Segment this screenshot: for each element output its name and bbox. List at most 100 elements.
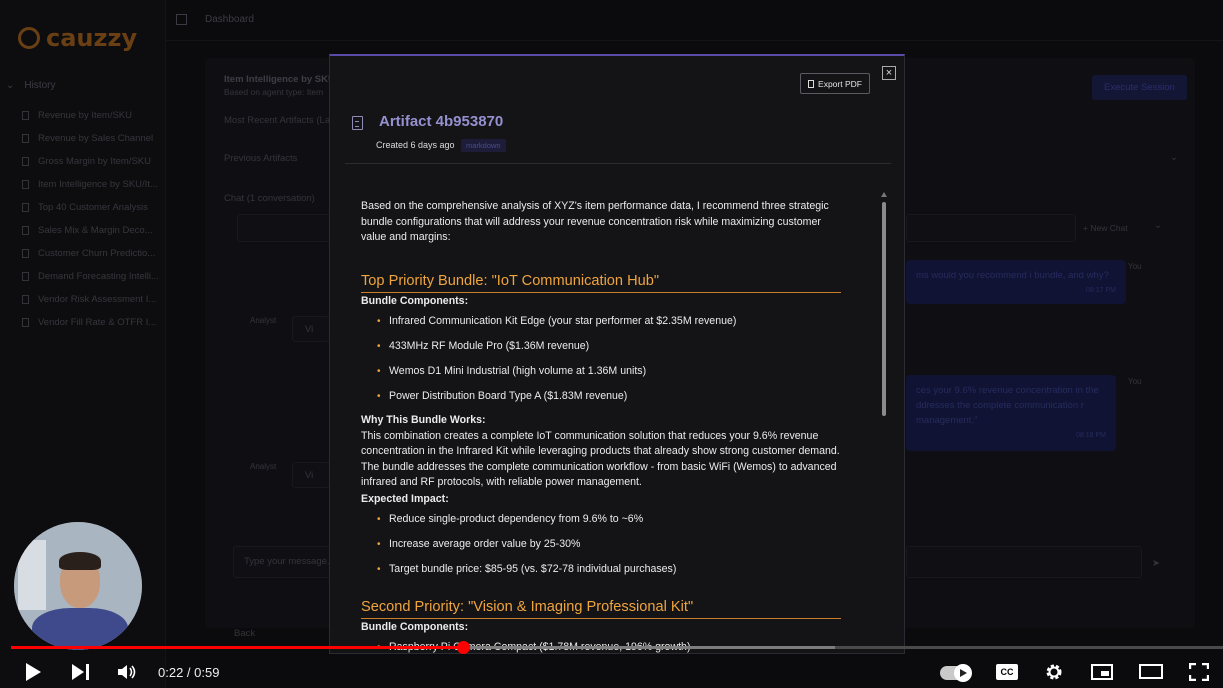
document-icon bbox=[352, 116, 363, 130]
history-item[interactable]: Customer Churn Predictio... bbox=[22, 242, 159, 265]
artifact-content: Based on the comprehensive analysis of X… bbox=[361, 199, 841, 653]
message-text: ms would you recommend i bundle, and why… bbox=[916, 270, 1109, 281]
view-artifact-button[interactable]: Vi bbox=[292, 316, 330, 342]
send-icon[interactable]: ➤ bbox=[1152, 558, 1160, 569]
history-item[interactable]: Vendor Fill Rate & OTFR I... bbox=[22, 311, 159, 334]
list-item: Reduce single-product dependency from 9.… bbox=[377, 507, 841, 532]
history-header[interactable]: ⌄ History bbox=[6, 80, 56, 91]
chevron-down-icon[interactable]: ⌄ bbox=[1154, 220, 1162, 231]
chevron-down-icon[interactable]: ⌄ bbox=[1170, 152, 1178, 163]
logo-mark-icon bbox=[18, 27, 40, 49]
history-item[interactable]: Gross Margin by Item/SKU bbox=[22, 150, 159, 173]
theater-mode-icon[interactable] bbox=[1139, 664, 1163, 679]
history-item[interactable]: Top 40 Customer Analysis bbox=[22, 196, 159, 219]
artifact-created: Created 6 days ago bbox=[376, 140, 455, 150]
session-subtitle: Based on agent type: Item bbox=[224, 87, 324, 97]
webcam-overlay bbox=[14, 522, 142, 650]
analyst-label: Analyst bbox=[250, 462, 277, 471]
analyst-label: Analyst bbox=[250, 316, 277, 325]
scrollbar[interactable] bbox=[881, 192, 887, 652]
components-label: Bundle Components: bbox=[361, 621, 469, 633]
previous-artifacts-label[interactable]: Previous Artifacts bbox=[224, 153, 297, 164]
header-divider bbox=[345, 163, 891, 164]
captions-icon[interactable]: CC bbox=[996, 664, 1018, 680]
list-item: Infrared Communication Kit Edge (your st… bbox=[377, 309, 841, 334]
document-icon bbox=[22, 157, 29, 166]
chevron-down-icon: ⌄ bbox=[6, 80, 15, 91]
impact-list: Reduce single-product dependency from 9.… bbox=[361, 507, 841, 582]
presenter-hair bbox=[59, 552, 101, 570]
sidebar-toggle-icon[interactable] bbox=[176, 14, 187, 25]
list-item: Increase average order value by 25-30% bbox=[377, 532, 841, 557]
scrubber-handle[interactable] bbox=[457, 641, 471, 654]
app-topbar: Dashboard bbox=[165, 0, 1223, 41]
export-pdf-button[interactable]: Export PDF bbox=[800, 73, 870, 94]
next-icon[interactable] bbox=[72, 664, 84, 680]
history-label: History bbox=[24, 80, 56, 91]
why-label: Why This Bundle Works: bbox=[361, 414, 486, 426]
why-paragraph: This combination creates a complete IoT … bbox=[361, 429, 840, 489]
message-placeholder: Type your message... bbox=[244, 556, 335, 567]
history-item[interactable]: Revenue by Item/SKU bbox=[22, 104, 159, 127]
close-button[interactable]: × bbox=[882, 66, 896, 80]
you-label: You bbox=[1128, 377, 1142, 386]
list-item: Power Distribution Board Type A ($1.83M … bbox=[377, 384, 841, 409]
document-icon bbox=[22, 295, 29, 304]
document-icon bbox=[22, 203, 29, 212]
next-icon-bar bbox=[86, 664, 89, 680]
gear-icon[interactable] bbox=[1045, 663, 1063, 681]
history-item[interactable]: Demand Forecasting Intelli... bbox=[22, 265, 159, 288]
played-bar bbox=[11, 646, 464, 649]
section-heading: Second Priority: "Vision & Imaging Profe… bbox=[361, 598, 841, 619]
artifact-modal: Export PDF × Artifact 4b953870 Created 6… bbox=[329, 54, 905, 654]
history-item[interactable]: Sales Mix & Margin Deco... bbox=[22, 219, 159, 242]
components-list: Raspberry Pi Camera Compact ($1.78M reve… bbox=[361, 636, 841, 653]
document-icon bbox=[22, 318, 29, 327]
list-item: Wemos D1 Mini Industrial (high volume at… bbox=[377, 359, 841, 384]
back-button[interactable]: Back bbox=[234, 628, 255, 639]
webcam-window bbox=[18, 540, 46, 610]
components-list: Infrared Communication Kit Edge (your st… bbox=[361, 309, 841, 409]
chat-label: Chat (1 conversation) bbox=[224, 193, 315, 204]
miniplayer-icon[interactable] bbox=[1091, 664, 1113, 680]
export-label: Export PDF bbox=[818, 78, 862, 89]
user-message: ms would you recommend i bundle, and why… bbox=[906, 260, 1126, 304]
chat-selector[interactable] bbox=[906, 214, 1076, 242]
time-display: 0:22 / 0:59 bbox=[158, 665, 220, 680]
intro-paragraph: Based on the comprehensive analysis of X… bbox=[361, 200, 829, 243]
view-label: Vi bbox=[305, 324, 314, 335]
volume-icon[interactable] bbox=[118, 664, 136, 680]
fullscreen-icon[interactable] bbox=[1189, 663, 1209, 681]
user-message: ces your 9.6% revenue concentration in t… bbox=[906, 375, 1116, 451]
you-label: You bbox=[1128, 262, 1142, 271]
document-icon bbox=[22, 180, 29, 189]
play-icon[interactable] bbox=[26, 663, 41, 681]
new-chat-button[interactable]: + New Chat bbox=[1083, 223, 1128, 233]
presenter-body bbox=[32, 608, 128, 650]
document-icon bbox=[22, 134, 29, 143]
breadcrumb[interactable]: Dashboard bbox=[205, 14, 254, 25]
document-icon bbox=[22, 111, 29, 120]
recent-artifacts-label: Most Recent Artifacts (La bbox=[224, 115, 331, 126]
execute-session-button[interactable]: Execute Session bbox=[1092, 75, 1187, 100]
chat-tab[interactable] bbox=[237, 214, 331, 242]
document-icon bbox=[22, 249, 29, 258]
history-list: Revenue by Item/SKU Revenue by Sales Cha… bbox=[22, 104, 159, 334]
history-item[interactable]: Item Intelligence by SKU/It... bbox=[22, 173, 159, 196]
history-item[interactable]: Revenue by Sales Channel bbox=[22, 127, 159, 150]
history-item[interactable]: Vendor Risk Assessment I... bbox=[22, 288, 159, 311]
message-time: 08:17 PM bbox=[1086, 287, 1116, 294]
view-artifact-button[interactable]: Vi bbox=[292, 462, 330, 488]
message-time: 08:18 PM bbox=[1076, 432, 1106, 439]
message-input-extension[interactable] bbox=[906, 546, 1142, 578]
autoplay-toggle-icon[interactable] bbox=[940, 664, 972, 682]
message-input[interactable]: Type your message... bbox=[233, 546, 335, 578]
format-badge: markdown bbox=[461, 139, 506, 152]
list-item: 433MHz RF Module Pro ($1.36M revenue) bbox=[377, 334, 841, 359]
app-logo: cauzzy bbox=[18, 24, 137, 52]
scrollbar-thumb[interactable] bbox=[882, 202, 886, 416]
scroll-up-arrow-icon[interactable] bbox=[881, 192, 887, 197]
impact-label: Expected Impact: bbox=[361, 492, 449, 505]
section-heading: Top Priority Bundle: "IoT Communication … bbox=[361, 272, 841, 293]
view-label: Vi bbox=[305, 470, 314, 481]
